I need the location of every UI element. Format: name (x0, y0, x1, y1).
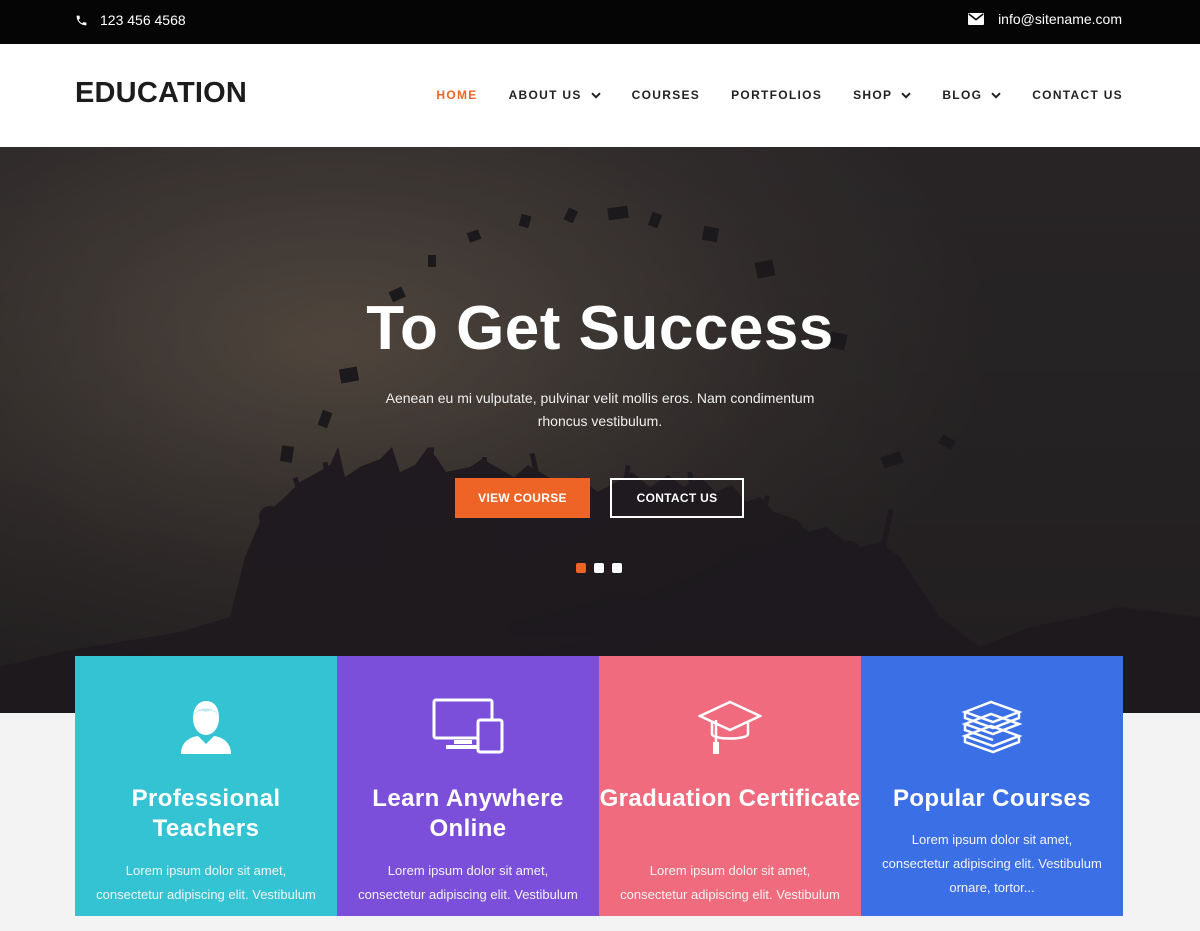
nav-item-label: CONTACT US (1032, 88, 1123, 102)
top-bar: 123 456 4568 info@sitename.com (0, 0, 1200, 44)
nav-item-shop[interactable]: SHOP (853, 88, 912, 102)
nav-item-label: COURSES (631, 88, 701, 102)
chevron-down-icon (590, 91, 601, 99)
envelope-icon (968, 13, 985, 25)
feature-card-popular-courses[interactable]: Popular Courses Lorem ipsum dolor sit am… (861, 656, 1123, 916)
feature-card-graduation[interactable]: Graduation Certificate Lorem ipsum dolor… (599, 656, 861, 926)
nav-item-label: PORTFOLIOS (731, 88, 823, 102)
feature-text: Lorem ipsum dolor sit amet, consectetur … (620, 863, 840, 926)
feature-cards: Professional Teachers Lorem ipsum dolor … (75, 656, 1125, 926)
feature-title: Professional Teachers (131, 785, 281, 842)
phone-icon (76, 15, 87, 25)
nav-item-label: SHOP (853, 88, 893, 102)
nav-item-label: HOME (436, 88, 478, 102)
site-header: EDUCATION HOME ABOUT US COURSES PORTFOLI… (0, 44, 1200, 147)
hero-subtitle: Aenean eu mi vulputate, pulvinar velit m… (385, 390, 815, 429)
books-icon (961, 700, 1023, 754)
nav-item-about-us[interactable]: ABOUT US (509, 88, 601, 102)
feature-text: Lorem ipsum dolor sit amet, consectetur … (882, 832, 1102, 895)
chevron-down-icon (991, 91, 1001, 99)
email-contact[interactable]: info@sitename.com (968, 11, 1122, 27)
feature-title: Learn Anywhere Online (372, 785, 564, 842)
nav-item-courses[interactable]: COURSES (632, 88, 700, 102)
main-nav: HOME ABOUT US COURSES PORTFOLIOS SHOP BL… (405, 88, 1123, 102)
nav-item-label: ABOUT US (508, 88, 582, 102)
phone-number: 123 456 4568 (100, 12, 186, 28)
slider-dot-3[interactable] (612, 563, 622, 573)
email-address: info@sitename.com (998, 11, 1122, 27)
graduation-cap-icon (698, 700, 762, 754)
site-logo[interactable]: EDUCATION (75, 77, 247, 110)
nav-item-label: BLOG (942, 88, 983, 102)
nav-item-home[interactable]: HOME (436, 88, 477, 102)
phone-contact[interactable]: 123 456 4568 (75, 12, 186, 28)
feature-text: Lorem ipsum dolor sit amet, consectetur … (96, 863, 316, 926)
nav-item-contact-us[interactable]: CONTACT US (1032, 88, 1123, 102)
devices-icon (432, 698, 504, 754)
slider-dots (576, 563, 622, 573)
teacher-icon (181, 701, 231, 754)
hero-slider: To Get Success Aenean eu mi vulputate, p… (0, 147, 1200, 713)
feature-title: Graduation Certificate (599, 785, 861, 812)
feature-card-learn-online[interactable]: Learn Anywhere Online Lorem ipsum dolor … (337, 656, 599, 926)
feature-title: Popular Courses (892, 785, 1092, 812)
feature-text: Lorem ipsum dolor sit amet, consectetur … (358, 863, 578, 926)
feature-card-teachers[interactable]: Professional Teachers Lorem ipsum dolor … (75, 656, 337, 926)
view-course-button[interactable]: VIEW COURSE (455, 478, 590, 518)
slider-dot-1[interactable] (576, 563, 586, 573)
hero-title: To Get Success (366, 294, 834, 363)
contact-us-button[interactable]: CONTACT US (610, 478, 744, 518)
slider-dot-2[interactable] (594, 563, 604, 573)
chevron-down-icon (901, 91, 912, 99)
nav-item-blog[interactable]: BLOG (942, 88, 1001, 102)
nav-item-portfolios[interactable]: PORTFOLIOS (731, 88, 822, 102)
